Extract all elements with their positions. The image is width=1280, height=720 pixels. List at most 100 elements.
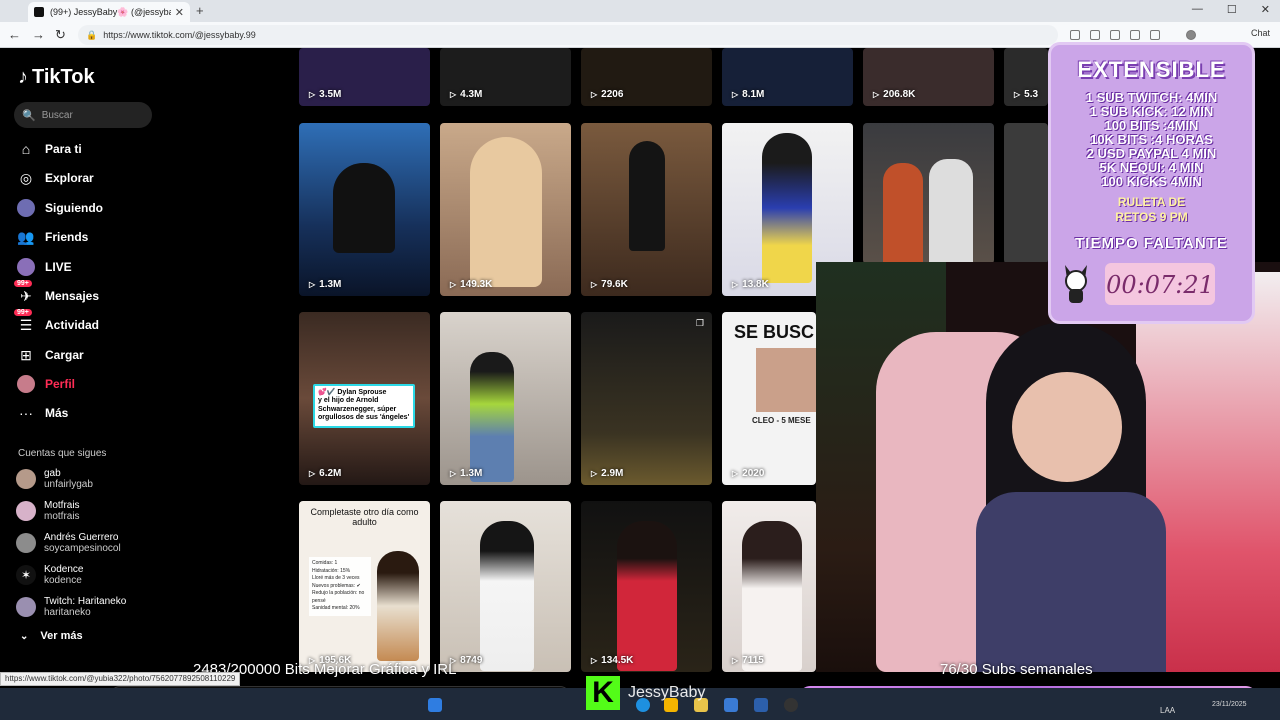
following-account[interactable]: Andrés Guerrero soycampesinocol	[16, 532, 121, 554]
menu-item-cargar[interactable]: ⊞ Cargar	[16, 343, 216, 367]
play-icon: ▷	[732, 90, 739, 99]
language-indicator[interactable]: LAA	[1160, 706, 1175, 715]
video-tile[interactable]: ▷ 206.8K	[863, 48, 994, 106]
back-icon[interactable]: ←	[8, 27, 21, 42]
caption-overlay: 💕✔️ Dylan Sprouse y el hijo de Arnold Sc…	[313, 384, 415, 428]
video-tile[interactable]	[1004, 123, 1048, 264]
see-more-button[interactable]: ⌄ Ver más	[20, 630, 83, 642]
new-tab-icon[interactable]: +	[196, 3, 204, 18]
menu-item-friends[interactable]: 👥 Friends	[16, 225, 216, 249]
subathon-overlay: EXTENSIBLE 1 SUB TWITCH: 4MIN 1 SUB KICK…	[1048, 42, 1255, 324]
countdown-timer: 00:07:21	[1106, 271, 1214, 299]
obs-icon[interactable]	[784, 698, 798, 712]
following-account[interactable]: Twitch: Haritaneko haritaneko	[16, 596, 126, 618]
tiktok-logo[interactable]: ♪ TikTok	[18, 66, 95, 89]
more-icon: ···	[19, 405, 33, 421]
avatar	[16, 533, 36, 553]
browser-tab[interactable]: (99+) JessyBaby🌸 (@jessybaby.9 ✕	[28, 2, 190, 22]
activity-icon: ☰ 99+	[14, 309, 36, 335]
video-tile[interactable]	[863, 123, 994, 264]
store-icon[interactable]	[754, 698, 768, 712]
live-avatar-icon	[16, 257, 36, 277]
browser-tab-bar: (99+) JessyBaby🌸 (@jessybaby.9 ✕ + — ☐ ✕	[0, 0, 1280, 22]
menu-item-live[interactable]: LIVE	[16, 255, 216, 279]
reader-icon[interactable]	[1090, 30, 1100, 40]
avatar	[16, 597, 36, 617]
windows-start-icon[interactable]	[428, 698, 442, 712]
reload-icon[interactable]: ↻	[55, 27, 66, 43]
video-tile[interactable]: ▷ 7115	[722, 501, 816, 672]
play-icon: ▷	[309, 280, 316, 289]
video-tile[interactable]: ▷ 1.3M	[440, 312, 571, 485]
video-tile[interactable]: ▷ 149.3K	[440, 123, 571, 296]
tiktok-sidebar: ♪ TikTok 🔍 ⌂ Para ti ◎ Explorar Siguiend…	[0, 48, 290, 672]
url-text: https://www.tiktok.com/@jessybaby.99	[103, 30, 256, 40]
search-box[interactable]: 🔍	[14, 102, 152, 128]
following-account[interactable]: Motfrais motfrais	[16, 500, 80, 522]
menu-item-para-ti[interactable]: ⌂ Para ti	[16, 137, 216, 161]
tab-title: (99+) JessyBaby🌸 (@jessybaby.9	[50, 6, 171, 17]
video-tile[interactable]: Completaste otro día como adulto Comidas…	[299, 501, 430, 672]
menu-item-mas[interactable]: ··· Más	[16, 401, 216, 425]
play-icon: ▷	[732, 280, 739, 289]
close-tab-icon[interactable]: ✕	[175, 6, 184, 19]
search-input[interactable]	[41, 109, 142, 121]
menu-item-siguiendo[interactable]: Siguiendo	[16, 196, 216, 220]
following-account[interactable]: ✶ Kodence kodence	[16, 564, 83, 586]
subs-goal-text: 76/30 Subs semanales	[940, 661, 1093, 678]
search-icon: 🔍	[22, 109, 36, 122]
messages-icon: ✈ 99+	[14, 280, 36, 306]
video-tile[interactable]: ▷ 79.6K	[581, 123, 712, 296]
following-account[interactable]: gab unfairlygab	[16, 468, 93, 490]
home-icon: ⌂	[21, 141, 31, 157]
compass-icon: ◎	[19, 169, 33, 186]
menu-item-mensajes[interactable]: ✈ 99+ Mensajes	[14, 280, 216, 308]
taskbar-date[interactable]: 23/11/2025	[1212, 700, 1247, 710]
play-icon: ▷	[591, 469, 598, 478]
profile-icon[interactable]	[1186, 30, 1196, 40]
collections-icon[interactable]	[1150, 30, 1160, 40]
play-icon: ▷	[591, 656, 598, 665]
chevron-down-icon: ⌄	[20, 630, 29, 642]
play-icon: ▷	[309, 90, 316, 99]
menu-item-explorar[interactable]: ◎ Explorar	[16, 166, 216, 190]
video-tile[interactable]: ▷ 8.1M	[722, 48, 853, 106]
video-tile[interactable]: SE BUSC CLEO - 5 MESE ▷ 2020	[722, 312, 816, 485]
video-tile[interactable]: ▷ 2206	[581, 48, 712, 106]
kick-logo: K	[586, 676, 620, 710]
video-tile[interactable]: ❐ ▷ 2.9M	[581, 312, 712, 485]
extension-icon[interactable]	[1070, 30, 1080, 40]
video-tile[interactable]: ▷ 3.5M	[299, 48, 430, 106]
play-icon: ▷	[1014, 90, 1021, 99]
play-icon: ▷	[591, 280, 598, 289]
video-tile[interactable]: ▷ 1.3M	[299, 123, 430, 296]
play-icon: ▷	[450, 469, 457, 478]
time-left-label: TIEMPO FALTANTE	[1075, 235, 1228, 252]
countdown-box: 00:07:21	[1105, 263, 1215, 305]
maximize-icon[interactable]: ☐	[1227, 3, 1237, 16]
puzzle-icon[interactable]	[1130, 30, 1140, 40]
following-avatar-icon	[16, 198, 36, 218]
play-icon: ▷	[873, 90, 880, 99]
video-tile[interactable]: 💕✔️ Dylan Sprouse y el hijo de Arnold Sc…	[299, 312, 430, 485]
tiktok-note-icon: ♪	[18, 66, 28, 88]
window-controls: — ☐ ✕	[1192, 3, 1270, 16]
list-overlay: Comidas: 1 Hidratación: 15% Lloré más de…	[309, 557, 371, 616]
minimize-icon[interactable]: —	[1192, 3, 1203, 16]
close-window-icon[interactable]: ✕	[1261, 3, 1270, 16]
video-tile[interactable]: ▷ 4.3M	[440, 48, 571, 106]
kuromi-mascot-icon	[1065, 265, 1087, 303]
mail-icon[interactable]	[724, 698, 738, 712]
favorite-icon[interactable]	[1110, 30, 1120, 40]
menu-item-actividad[interactable]: ☰ 99+ Actividad	[14, 309, 216, 337]
chat-button[interactable]: Chat	[1251, 28, 1270, 38]
video-tile[interactable]: ▷ 5.3	[1004, 48, 1048, 106]
messages-badge: 99+	[14, 280, 32, 287]
video-tile[interactable]: ▷ 8749	[440, 501, 571, 672]
address-bar[interactable]: 🔒 https://www.tiktok.com/@jessybaby.99	[78, 25, 1058, 45]
menu-item-perfil[interactable]: Perfil	[16, 372, 216, 396]
activity-badge: 99+	[14, 309, 32, 316]
forward-icon[interactable]: →	[32, 27, 45, 42]
play-icon: ▷	[732, 469, 739, 478]
video-tile[interactable]: ▷ 134.5K	[581, 501, 712, 672]
